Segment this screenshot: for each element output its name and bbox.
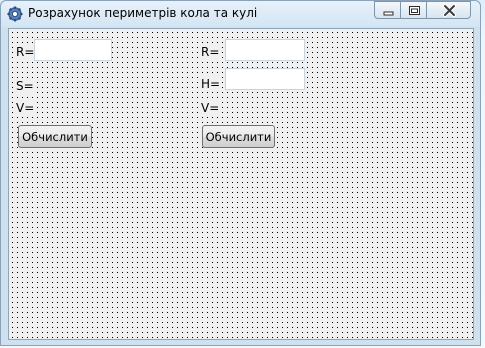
app-window: Розрахунок периметрів кола та кулі R= S=… <box>0 0 481 346</box>
left-r-input[interactable] <box>34 39 112 61</box>
title-bar[interactable]: Розрахунок периметрів кола та кулі <box>1 1 480 27</box>
close-icon <box>443 4 456 17</box>
right-h-label: H= <box>200 77 222 91</box>
right-calculate-button[interactable]: Обчислити <box>202 125 275 148</box>
close-button[interactable] <box>426 1 471 19</box>
minimize-icon <box>383 11 394 16</box>
minimize-button[interactable] <box>374 1 401 19</box>
left-r-label: R= <box>15 45 36 59</box>
left-s-label: S= <box>15 79 35 93</box>
right-r-input[interactable] <box>225 39 305 61</box>
left-calculate-button[interactable]: Обчислити <box>18 125 92 148</box>
right-h-input[interactable] <box>225 68 305 90</box>
right-r-label: R= <box>200 45 221 59</box>
maximize-button[interactable] <box>400 1 427 19</box>
form-client-area: R= S= V= Обчислити R= H= V= Обчислити <box>8 28 474 340</box>
window-title: Розрахунок периметрів кола та кулі <box>28 6 258 20</box>
left-v-label: V= <box>15 101 36 115</box>
right-v-label: V= <box>200 101 221 115</box>
maximize-icon <box>409 6 420 15</box>
app-gear-icon <box>7 6 23 22</box>
